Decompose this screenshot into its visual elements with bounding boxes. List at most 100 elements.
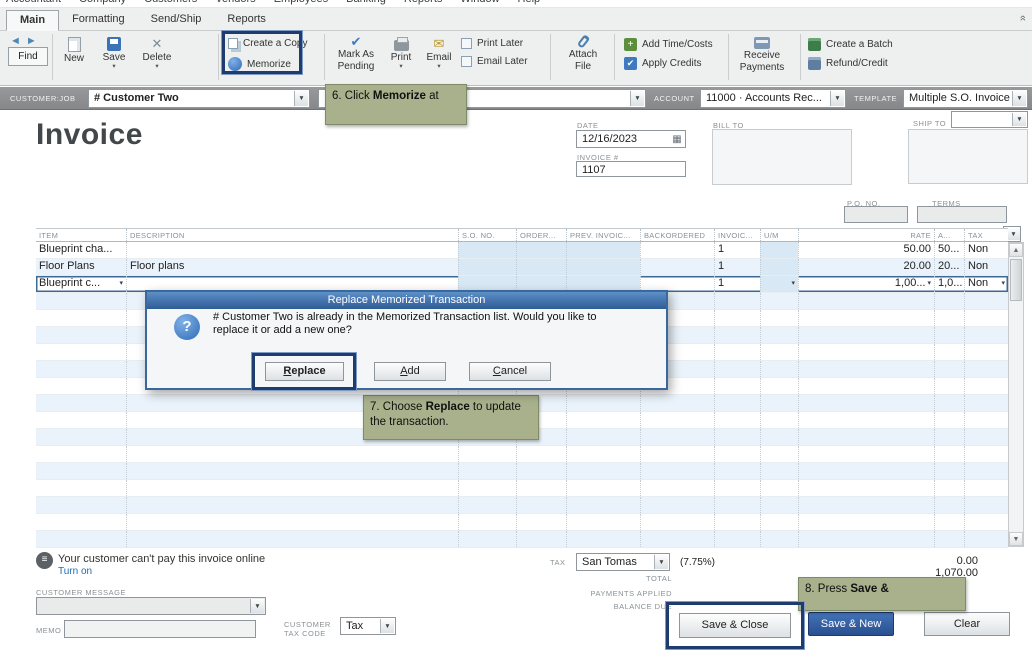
column-header[interactable]: S.O. NO. xyxy=(458,229,516,241)
table-cell[interactable]: Floor plans xyxy=(126,259,458,275)
table-cell[interactable] xyxy=(458,242,516,258)
table-row[interactable] xyxy=(36,446,1008,463)
table-row[interactable]: Blueprint cha... 1 50.00 50... Non xyxy=(36,242,1008,259)
table-cell[interactable] xyxy=(516,242,566,258)
table-cell[interactable] xyxy=(964,344,1008,360)
table-cell[interactable] xyxy=(640,463,714,479)
forward-arrow-icon[interactable]: ► xyxy=(26,35,37,47)
table-row[interactable] xyxy=(36,514,1008,531)
table-cell[interactable] xyxy=(798,531,934,547)
table-cell[interactable] xyxy=(126,497,458,513)
tab-main[interactable]: Main xyxy=(6,10,60,31)
column-header[interactable]: RATE xyxy=(798,229,934,241)
table-cell[interactable] xyxy=(714,497,760,513)
table-cell[interactable] xyxy=(760,480,798,496)
table-cell[interactable] xyxy=(798,446,934,462)
table-cell[interactable] xyxy=(640,531,714,547)
table-cell[interactable] xyxy=(640,429,714,445)
table-cell[interactable] xyxy=(36,463,126,479)
table-cell[interactable] xyxy=(458,531,516,547)
table-cell[interactable] xyxy=(760,514,798,530)
table-cell[interactable] xyxy=(934,429,964,445)
table-cell[interactable]: 1,0... xyxy=(934,276,964,292)
table-cell[interactable] xyxy=(934,412,964,428)
ship-to-dropdown-icon[interactable]: ▼ xyxy=(1012,113,1026,126)
table-cell[interactable] xyxy=(458,514,516,530)
table-cell[interactable] xyxy=(798,412,934,428)
table-cell[interactable]: ▾ xyxy=(760,276,798,292)
mark-as-pending-button[interactable]: ✔ Mark As Pending xyxy=(330,35,382,72)
table-cell[interactable] xyxy=(714,361,760,377)
back-arrow-icon[interactable]: ◄ xyxy=(10,35,21,47)
email-dropdown-icon[interactable]: ▾ xyxy=(437,63,440,70)
table-cell[interactable] xyxy=(36,310,126,326)
table-cell[interactable]: 1 xyxy=(714,276,760,292)
customer-tax-code-dropdown-icon[interactable]: ▼ xyxy=(380,619,394,633)
table-cell[interactable] xyxy=(126,480,458,496)
table-cell[interactable] xyxy=(516,446,566,462)
table-cell[interactable]: 1,00... ▾ xyxy=(798,276,934,292)
print-later-checkbox[interactable]: Print Later xyxy=(461,38,523,49)
column-header[interactable]: PREV. INVOIC... xyxy=(566,229,640,241)
column-header[interactable]: TAX xyxy=(964,229,1008,241)
add-time-costs-button[interactable]: + Add Time/Costs xyxy=(624,38,713,51)
table-cell[interactable] xyxy=(760,242,798,258)
table-cell[interactable] xyxy=(714,344,760,360)
menu-item[interactable]: Help xyxy=(518,0,541,5)
save-dropdown-icon[interactable]: ▾ xyxy=(112,63,115,70)
customer-message-dropdown[interactable]: ▼ xyxy=(36,597,266,615)
tab-send-ship[interactable]: Send/Ship xyxy=(138,10,215,31)
table-cell[interactable] xyxy=(934,480,964,496)
table-row[interactable]: Floor Plans Floor plans 1 20.00 20... Non xyxy=(36,259,1008,276)
receive-payments-button[interactable]: Receive Payments xyxy=(734,35,790,73)
table-cell[interactable] xyxy=(934,378,964,394)
add-button[interactable]: Add xyxy=(374,362,446,381)
table-cell[interactable] xyxy=(934,531,964,547)
find-button[interactable]: Find xyxy=(8,47,48,66)
table-cell[interactable] xyxy=(760,378,798,394)
table-cell[interactable] xyxy=(964,514,1008,530)
table-cell[interactable] xyxy=(798,514,934,530)
table-cell[interactable] xyxy=(798,293,934,309)
table-cell[interactable] xyxy=(640,242,714,258)
table-scrollbar[interactable]: ▲ ▼ xyxy=(1008,242,1024,547)
table-cell[interactable] xyxy=(458,463,516,479)
table-cell[interactable] xyxy=(36,378,126,394)
table-cell[interactable] xyxy=(566,531,640,547)
template-dropdown-icon[interactable]: ▼ xyxy=(1012,91,1026,106)
menu-item[interactable]: Employees xyxy=(274,0,328,5)
table-cell[interactable] xyxy=(760,463,798,479)
table-cell[interactable] xyxy=(516,480,566,496)
save-button[interactable]: Save ▾ xyxy=(96,37,132,70)
column-header[interactable]: A... xyxy=(934,229,964,241)
table-cell[interactable] xyxy=(760,361,798,377)
tax-dropdown[interactable]: San Tomas ▼ xyxy=(576,553,670,571)
table-cell[interactable] xyxy=(126,242,458,258)
table-cell[interactable] xyxy=(964,497,1008,513)
table-cell[interactable] xyxy=(458,446,516,462)
table-cell[interactable] xyxy=(714,429,760,445)
table-cell[interactable] xyxy=(798,480,934,496)
table-cell[interactable]: Blueprint cha... xyxy=(36,242,126,258)
create-copy-button[interactable]: Create a Copy xyxy=(228,38,307,49)
table-cell[interactable] xyxy=(640,395,714,411)
table-cell[interactable]: Floor Plans xyxy=(36,259,126,275)
table-cell[interactable] xyxy=(36,344,126,360)
table-cell[interactable] xyxy=(36,412,126,428)
table-cell[interactable] xyxy=(798,378,934,394)
cell-dropdown-icon[interactable]: ▾ xyxy=(791,276,795,291)
turn-on-link[interactable]: Turn on xyxy=(58,566,92,577)
customer-message-dropdown-icon[interactable]: ▼ xyxy=(250,599,264,613)
table-cell[interactable] xyxy=(458,259,516,275)
bill-to-box[interactable] xyxy=(712,129,852,185)
table-cell[interactable] xyxy=(458,480,516,496)
table-cell[interactable]: Non xyxy=(964,259,1008,275)
table-cell[interactable]: 50... xyxy=(934,242,964,258)
table-cell[interactable] xyxy=(36,429,126,445)
table-cell[interactable] xyxy=(798,344,934,360)
secondary-dropdown-icon[interactable]: ▼ xyxy=(630,91,644,106)
table-cell[interactable] xyxy=(964,480,1008,496)
print-later-checkbox-box[interactable] xyxy=(461,38,472,49)
table-cell[interactable] xyxy=(760,344,798,360)
email-button[interactable]: ✉ Email ▾ xyxy=(421,37,457,70)
